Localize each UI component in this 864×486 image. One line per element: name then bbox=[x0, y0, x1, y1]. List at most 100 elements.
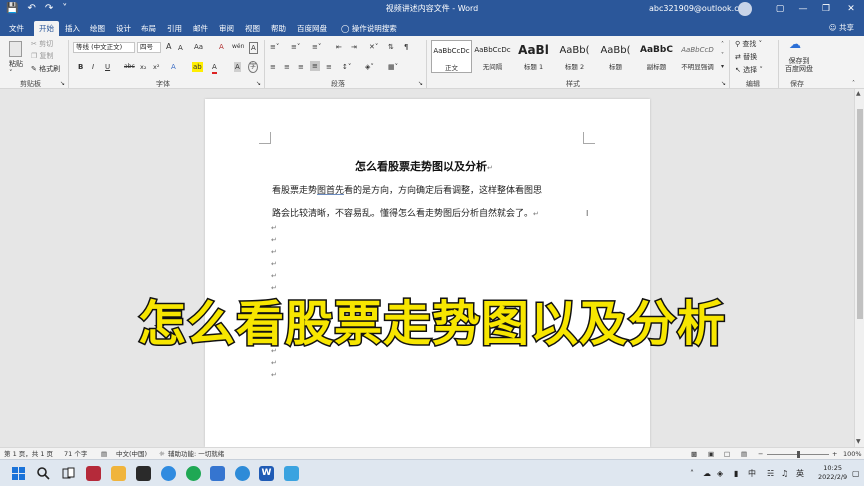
subscript-button[interactable]: x₂ bbox=[140, 62, 146, 72]
styles-scroll-down-icon[interactable]: ˅ bbox=[721, 51, 724, 61]
phonetic-guide-button[interactable]: wén bbox=[232, 42, 244, 52]
start-icon[interactable] bbox=[11, 466, 26, 481]
tell-me-search[interactable]: ◯ 操作说明搜索 bbox=[336, 21, 402, 36]
style-normal[interactable]: AaBbCcDc 正文 bbox=[431, 40, 472, 73]
style-subtitle[interactable]: AaBbC 副标题 bbox=[636, 40, 677, 73]
ime-language[interactable]: 英 bbox=[796, 468, 804, 479]
proofing-icon[interactable]: ▤ bbox=[101, 449, 107, 459]
app-icon[interactable] bbox=[284, 466, 299, 481]
bullets-icon[interactable]: ≡˅ bbox=[270, 42, 279, 52]
multilevel-list-icon[interactable]: ≡˅ bbox=[312, 42, 321, 52]
tab-file[interactable]: 文件 bbox=[4, 21, 29, 36]
app-icon[interactable] bbox=[210, 466, 225, 481]
style-heading-2[interactable]: AaBb( 标题 2 bbox=[554, 40, 595, 73]
document-page[interactable]: 怎么看股票走势图以及分析↵ 看股票走势图首先看的是方向，方向确定后看调整，这样整… bbox=[205, 99, 650, 447]
clock[interactable]: 10:25 2022/2/9 bbox=[818, 464, 847, 482]
browser-icon[interactable] bbox=[161, 466, 176, 481]
font-name-select[interactable]: 等线 (中文正文) bbox=[73, 42, 135, 53]
shading-icon[interactable]: ◈˅ bbox=[365, 62, 374, 72]
scroll-up-icon[interactable]: ▲ bbox=[856, 90, 861, 97]
highlight-button[interactable]: ab bbox=[192, 62, 203, 72]
account-name[interactable]: abc321909@outlook.com bbox=[649, 3, 751, 15]
ime-mode[interactable]: 中 bbox=[748, 468, 756, 479]
strikethrough-button[interactable]: abc bbox=[124, 62, 135, 72]
chinese-layout-icon[interactable]: ✕˅ bbox=[369, 42, 378, 52]
style-no-spacing[interactable]: AaBbCcDc 无间隔 bbox=[472, 40, 513, 73]
numbering-icon[interactable]: ≡˅ bbox=[291, 42, 300, 52]
zoom-out-icon[interactable]: − bbox=[758, 449, 763, 459]
chevron-up-icon[interactable]: ˄ bbox=[690, 468, 694, 479]
ribbon-display-icon[interactable]: ▢ bbox=[772, 2, 788, 16]
copy-button[interactable]: ❐ 复制 bbox=[31, 51, 54, 61]
zoom-in-icon[interactable]: + bbox=[832, 449, 837, 459]
language[interactable]: 中文(中国) bbox=[116, 449, 147, 459]
volume-icon[interactable]: ♫ bbox=[781, 468, 788, 479]
save-to-netdisk-button[interactable]: 保存到 百度网盘 bbox=[785, 57, 813, 73]
align-center-icon[interactable]: ≡ bbox=[284, 62, 290, 72]
style-heading-1[interactable]: AaBl 标题 1 bbox=[513, 40, 554, 73]
style-subtle-emphasis[interactable]: AaBbCcD 不明显强调 bbox=[677, 40, 718, 73]
show-marks-icon[interactable]: ¶ bbox=[404, 42, 408, 52]
app-tray-icon[interactable]: ◈ bbox=[717, 468, 723, 479]
minimize-icon[interactable]: — bbox=[795, 2, 811, 16]
tab-layout[interactable]: 布局 bbox=[136, 21, 161, 36]
read-mode-icon[interactable]: ▣ bbox=[708, 449, 714, 459]
increase-indent-icon[interactable]: ⇥ bbox=[351, 42, 357, 52]
shrink-font-button[interactable]: A bbox=[178, 43, 183, 53]
mic-icon[interactable]: ▮ bbox=[734, 468, 738, 479]
font-launcher-icon[interactable]: ↘ bbox=[256, 79, 261, 89]
style-title[interactable]: AaBb( 标题 bbox=[595, 40, 636, 73]
zoom-level[interactable]: 100% bbox=[843, 449, 862, 459]
cut-button[interactable]: ✂ 剪切 bbox=[31, 39, 53, 49]
tab-review[interactable]: 审阅 bbox=[214, 21, 239, 36]
notification-icon[interactable]: ▢ bbox=[852, 468, 860, 479]
tab-home[interactable]: 开始 bbox=[34, 21, 59, 36]
select-button[interactable]: ↖ 选择 ˅ bbox=[735, 65, 763, 75]
app-icon[interactable] bbox=[136, 466, 151, 481]
borders-icon[interactable]: ▦˅ bbox=[388, 62, 398, 72]
wifi-icon[interactable]: ☵ bbox=[767, 468, 774, 479]
print-layout-icon[interactable]: □ bbox=[724, 449, 730, 459]
scroll-down-icon[interactable]: ▼ bbox=[856, 438, 861, 445]
font-color-button[interactable]: A bbox=[212, 62, 217, 74]
folder-icon[interactable] bbox=[111, 466, 126, 481]
distributed-icon[interactable]: ≡ bbox=[326, 62, 332, 72]
tab-design[interactable]: 设计 bbox=[111, 21, 136, 36]
format-painter-button[interactable]: ✎ 格式刷 bbox=[31, 64, 60, 74]
styles-more-icon[interactable]: ▾ bbox=[721, 62, 724, 72]
web-layout-icon[interactable]: ▤ bbox=[741, 449, 747, 459]
bold-button[interactable]: B bbox=[78, 62, 83, 72]
align-right-icon[interactable]: ≡ bbox=[298, 62, 304, 72]
decrease-indent-icon[interactable]: ⇤ bbox=[336, 42, 342, 52]
styles-launcher-icon[interactable]: ↘ bbox=[721, 79, 726, 89]
tab-references[interactable]: 引用 bbox=[162, 21, 187, 36]
task-view-icon[interactable] bbox=[61, 466, 76, 481]
enclose-char-button[interactable]: 字 bbox=[248, 61, 259, 73]
clear-format-button[interactable]: A bbox=[219, 42, 224, 52]
cloud-icon[interactable]: ☁ bbox=[703, 468, 711, 479]
wechat-icon[interactable] bbox=[186, 466, 201, 481]
paragraph-launcher-icon[interactable]: ↘ bbox=[418, 79, 423, 89]
tab-insert[interactable]: 插入 bbox=[60, 21, 85, 36]
sort-icon[interactable]: ⇅ bbox=[388, 42, 394, 52]
word-count[interactable]: 71 个字 bbox=[64, 449, 87, 459]
justify-icon[interactable]: ≡ bbox=[310, 61, 320, 71]
change-case-button[interactable]: Aa bbox=[194, 42, 203, 52]
document-line-1[interactable]: 看股票走势图首先看的是方向，方向确定后看调整，这样整体看图思 bbox=[272, 183, 542, 196]
focus-mode-icon[interactable]: ▩ bbox=[691, 449, 697, 459]
share-button[interactable]: ☺ 共享 bbox=[829, 22, 854, 33]
styles-scroll-up-icon[interactable]: ˄ bbox=[721, 40, 724, 50]
close-icon[interactable]: ✕ bbox=[843, 2, 859, 16]
clipboard-launcher-icon[interactable]: ↘ bbox=[60, 79, 65, 89]
tab-baidu-netdisk[interactable]: 百度网盘 bbox=[292, 21, 332, 36]
vertical-scrollbar[interactable]: ▲ ▼ bbox=[854, 89, 864, 447]
document-area[interactable]: 怎么看股票走势图以及分析↵ 看股票走势图首先看的是方向，方向确定后看调整，这样整… bbox=[0, 89, 854, 447]
search-icon[interactable] bbox=[36, 466, 51, 481]
page-count[interactable]: 第 1 页，共 1 页 bbox=[4, 449, 53, 459]
underline-button[interactable]: U bbox=[105, 62, 110, 72]
browser-icon[interactable] bbox=[235, 466, 250, 481]
chevron-down-icon[interactable]: ˅ bbox=[9, 68, 13, 78]
char-shading-button[interactable]: A bbox=[234, 62, 241, 72]
tab-view[interactable]: 视图 bbox=[240, 21, 265, 36]
avatar[interactable] bbox=[738, 2, 752, 16]
